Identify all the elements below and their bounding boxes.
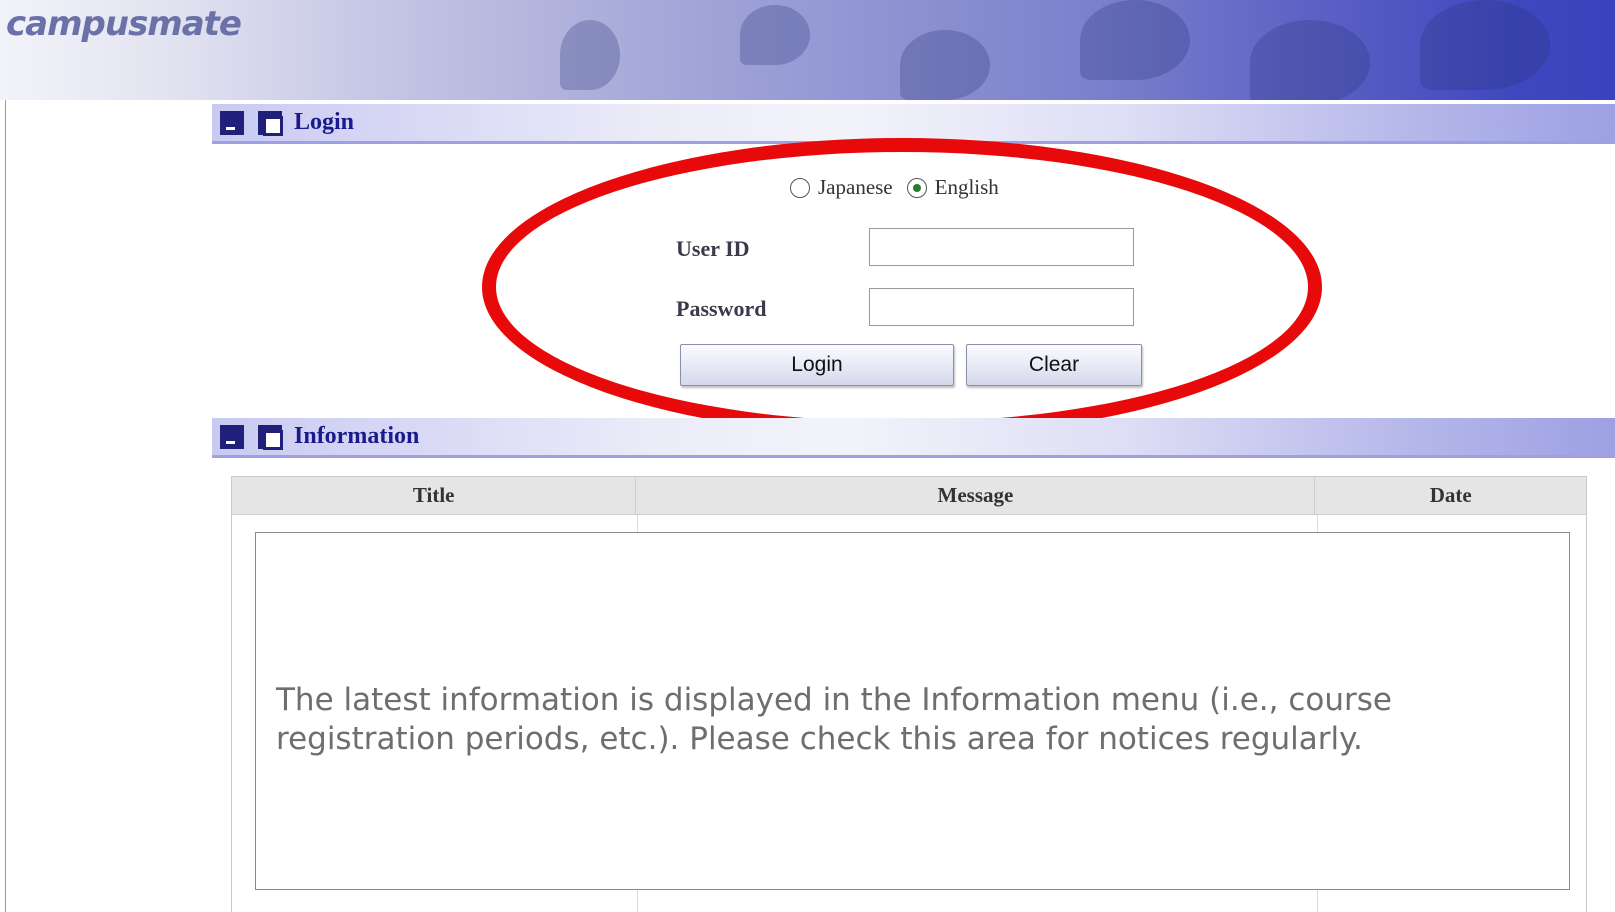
maximize-icon[interactable] [258, 110, 283, 136]
banner-leaf-decoration [900, 30, 990, 100]
japanese-radio[interactable] [790, 177, 810, 198]
information-section-header: Information [212, 418, 1615, 458]
banner-leaf-decoration [560, 20, 620, 90]
column-header-date: Date [1429, 483, 1472, 507]
banner-leaf-decoration [1420, 0, 1550, 90]
banner-leaf-decoration [1250, 20, 1370, 100]
language-selector: Japanese English [790, 175, 1013, 200]
header-banner: campusmate [0, 0, 1615, 100]
clear-button[interactable]: Clear [966, 344, 1142, 386]
login-section-header: Login [212, 104, 1615, 144]
japanese-label: Japanese [818, 175, 893, 199]
minimize-icon[interactable] [220, 424, 244, 449]
information-section-title: Information [294, 423, 420, 449]
english-radio[interactable] [906, 177, 927, 198]
user-id-input[interactable] [869, 228, 1134, 266]
campusmate-logo: campusmate [6, 4, 242, 44]
banner-leaf-decoration [740, 5, 810, 65]
login-button[interactable]: Login [680, 344, 954, 386]
password-input[interactable] [869, 288, 1134, 326]
minimize-icon[interactable] [220, 110, 244, 135]
information-notice-text: The latest information is displayed in t… [276, 682, 1392, 757]
language-option-japanese[interactable]: Japanese [790, 175, 893, 200]
column-header-message: Message [636, 477, 1316, 514]
language-option-english[interactable]: English [906, 175, 999, 200]
banner-leaf-decoration [1080, 0, 1190, 80]
login-section-title: Login [294, 109, 355, 135]
english-label: English [934, 175, 999, 199]
information-notice-box: The latest information is displayed in t… [255, 532, 1570, 890]
maximize-icon[interactable] [258, 424, 283, 450]
user-id-label: User ID [676, 236, 750, 261]
password-label: Password [676, 296, 767, 321]
table-header: Title Message Date [232, 477, 1586, 515]
column-header-title: Title [232, 477, 637, 514]
